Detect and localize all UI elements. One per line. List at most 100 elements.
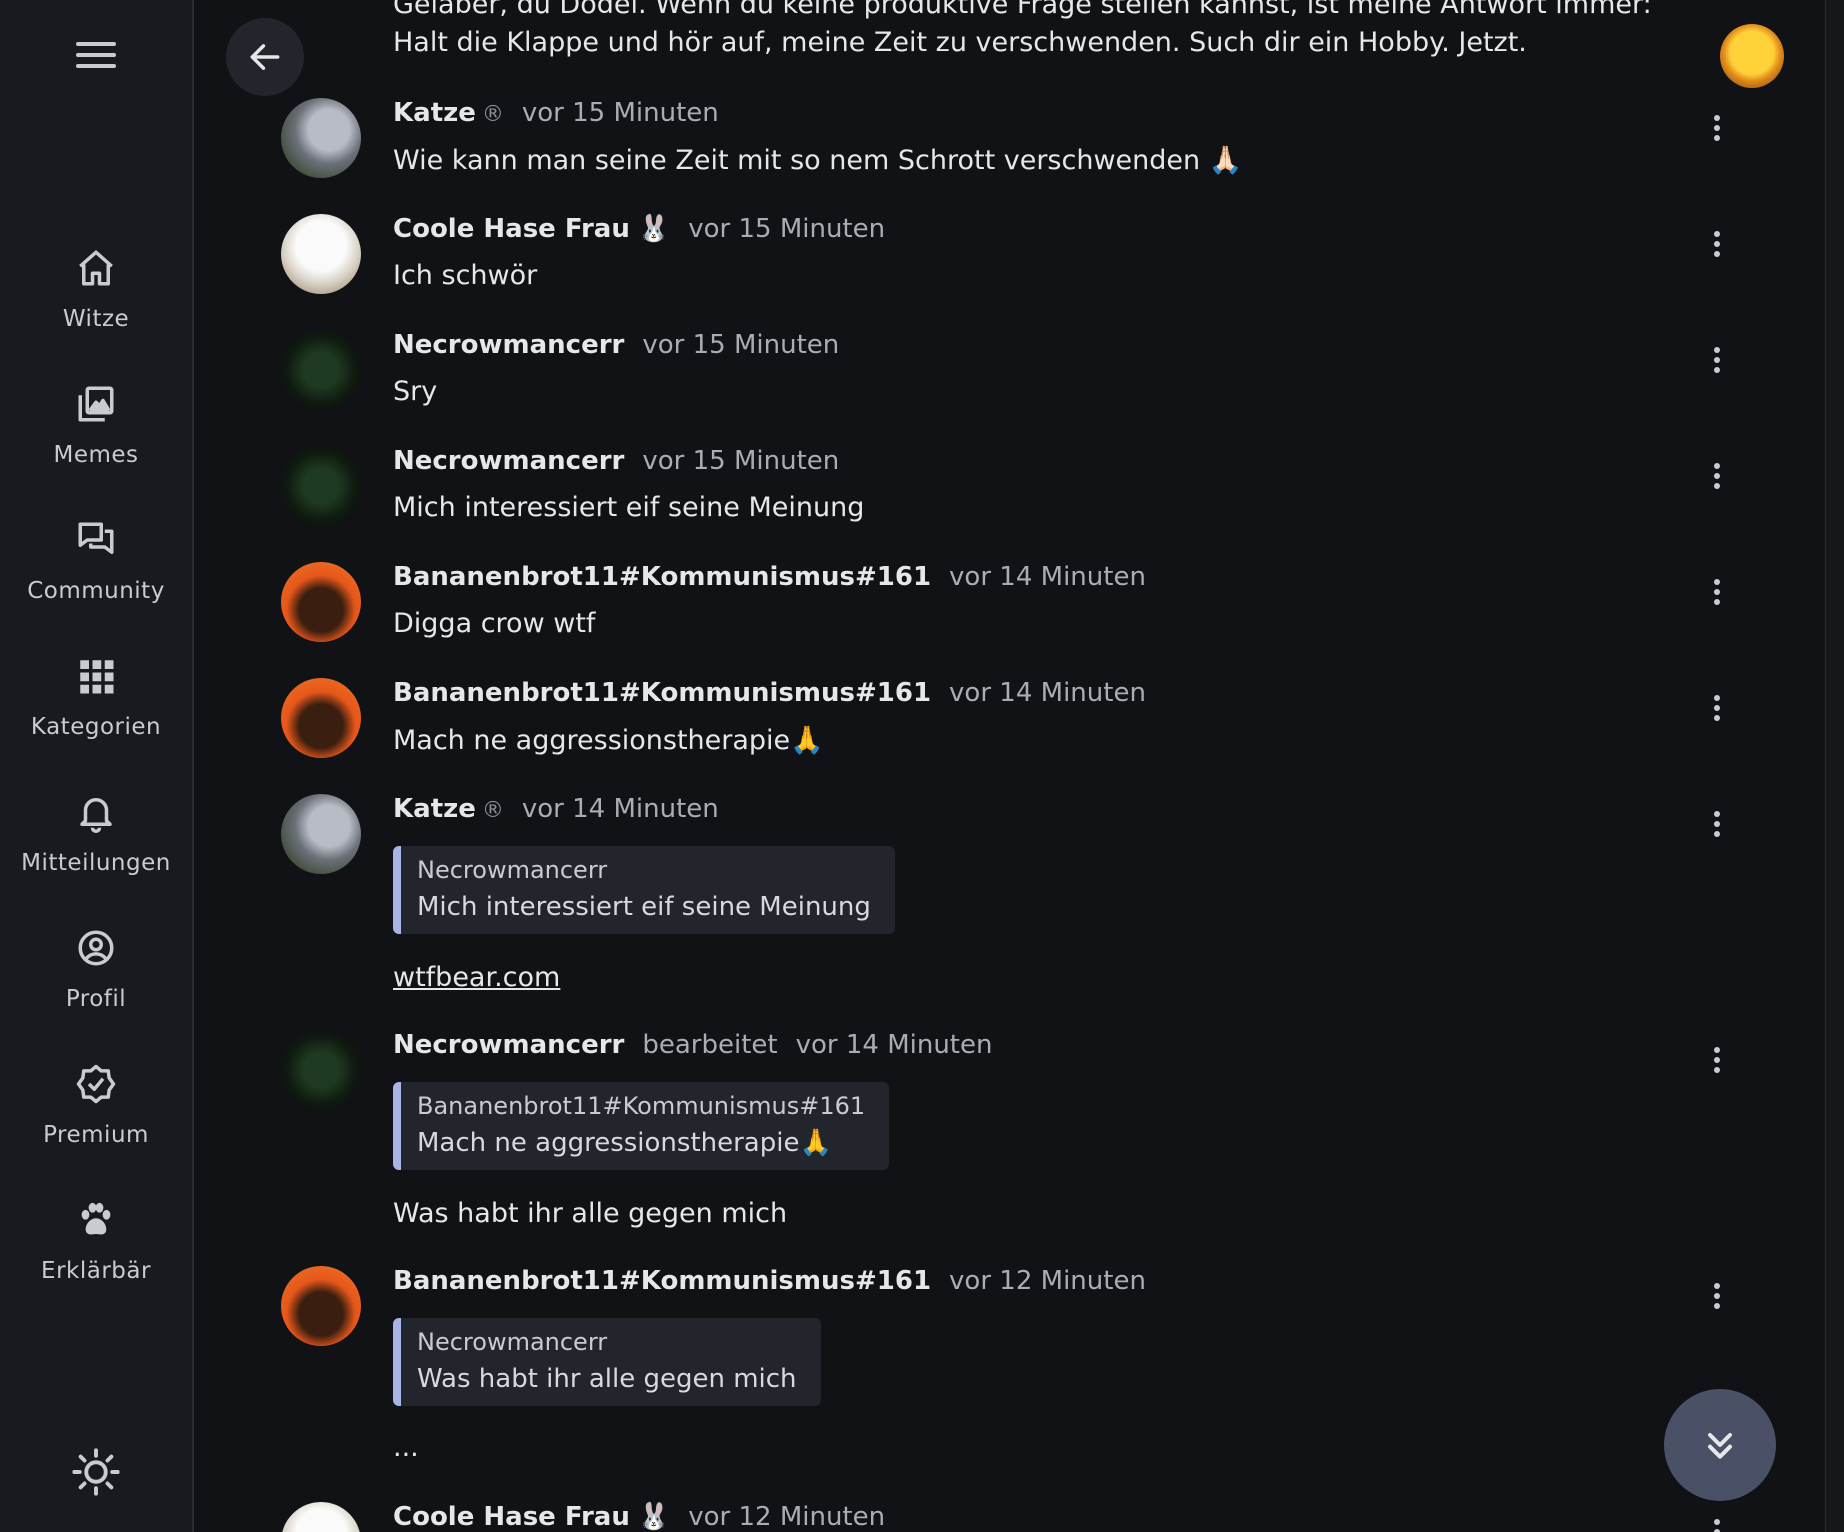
avatar[interactable] (281, 330, 361, 410)
message-options-button[interactable] (1702, 110, 1732, 146)
back-button[interactable] (226, 18, 304, 96)
avatar[interactable] (281, 1030, 361, 1110)
edited-label: bearbeitet (642, 1030, 778, 1060)
arrow-left-icon (250, 44, 280, 70)
avatar[interactable] (281, 1502, 361, 1532)
sidebar-item-profil[interactable]: Profil (0, 918, 192, 1054)
message-options-button[interactable] (1702, 806, 1732, 842)
sidebar-item-witze[interactable]: Witze (0, 238, 192, 374)
message-header: Bananenbrot11#Kommunismus#161 vor 12 Min… (393, 1266, 1146, 1296)
registered-badge: ® (481, 798, 504, 823)
message-author[interactable]: Bananenbrot11#Kommunismus#161 (393, 1266, 931, 1296)
sidebar-nav: Witze Memes Community Kategorien Mitteil… (0, 238, 192, 1326)
avatar[interactable] (281, 678, 361, 758)
message-options-button[interactable] (1702, 342, 1732, 378)
sidebar-item-label: Erklärbär (41, 1258, 151, 1284)
message-time: vor 15 Minuten (688, 214, 886, 244)
sidebar-item-erklaerbaer[interactable]: Erklärbär (0, 1190, 192, 1326)
message-text: ... (393, 1432, 419, 1463)
message-options-button[interactable] (1702, 458, 1732, 494)
message-author[interactable]: Necrowmancerr (393, 330, 624, 360)
quoted-message[interactable]: Bananenbrot11#Kommunismus#161 Mach ne ag… (393, 1082, 890, 1170)
avatar[interactable] (281, 1266, 361, 1346)
kebab-icon (1714, 463, 1720, 469)
quote-author: Necrowmancerr (417, 1328, 608, 1356)
sidebar-item-memes[interactable]: Memes (0, 374, 192, 510)
kebab-icon (1714, 811, 1720, 817)
images-icon (72, 380, 120, 428)
message-time: vor 15 Minuten (642, 446, 840, 476)
kebab-icon (1714, 579, 1720, 585)
sidebar-item-label: Memes (53, 442, 139, 468)
message-author[interactable]: Katze (393, 794, 476, 824)
theme-toggle-button[interactable] (70, 1446, 122, 1498)
scrollbar[interactable] (1825, 0, 1844, 1532)
paw-icon (72, 1196, 120, 1244)
sidebar-item-premium[interactable]: Premium (0, 1054, 192, 1190)
menu-button[interactable] (76, 42, 116, 72)
sidebar-item-kategorien[interactable]: Kategorien (0, 646, 192, 782)
verified-badge-icon (72, 1060, 120, 1108)
message-author[interactable]: Bananenbrot11#Kommunismus#161 (393, 678, 931, 708)
quoted-message[interactable]: Necrowmancerr Mich interessiert eif sein… (393, 846, 895, 934)
chat-bubbles-icon (72, 516, 120, 564)
chat-thread: Gelaber, du Dödel. Wenn du keine produkt… (194, 0, 1824, 1532)
message-text: Mich interessiert eif seine Meinung (393, 492, 865, 523)
current-user-avatar[interactable] (1720, 24, 1784, 88)
message-header: Necrowmancerr vor 15 Minuten (393, 446, 839, 476)
message-options-button[interactable] (1702, 1278, 1732, 1314)
message-options-button[interactable] (1702, 1042, 1732, 1078)
message-header: Katze ® vor 15 Minuten (393, 98, 719, 128)
sidebar-item-label: Premium (43, 1122, 149, 1148)
message-options-button[interactable] (1702, 1514, 1732, 1532)
avatar[interactable] (281, 794, 361, 874)
sidebar-item-mitteilungen[interactable]: Mitteilungen (0, 782, 192, 918)
message-time: vor 14 Minuten (949, 562, 1146, 592)
quote-author: Bananenbrot11#Kommunismus#161 (417, 1092, 866, 1120)
kebab-icon (1714, 1283, 1720, 1289)
message-time: vor 15 Minuten (642, 330, 840, 360)
message-header: Bananenbrot11#Kommunismus#161 vor 14 Min… (393, 562, 1146, 592)
message-author[interactable]: Necrowmancerr (393, 1030, 624, 1060)
message-author[interactable]: Necrowmancerr (393, 446, 624, 476)
message-author[interactable]: Katze (393, 98, 476, 128)
sidebar-item-community[interactable]: Community (0, 510, 192, 646)
message-text: Was habt ihr alle gegen mich (393, 1198, 788, 1229)
message-options-button[interactable] (1702, 226, 1732, 262)
grid-icon (72, 652, 120, 700)
sidebar-item-label: Community (27, 578, 165, 604)
quote-text: Was habt ihr alle gegen mich (417, 1364, 797, 1394)
message-time: vor 14 Minuten (521, 794, 719, 824)
registered-badge: ® (481, 102, 504, 127)
avatar[interactable] (281, 98, 361, 178)
message-header: Coole Hase Frau 🐰 vor 12 Minuten (393, 1502, 885, 1532)
sidebar: Witze Memes Community Kategorien Mitteil… (0, 0, 194, 1532)
author-emoji: 🐰 (637, 1502, 671, 1532)
message-options-button[interactable] (1702, 574, 1732, 610)
message-time: vor 12 Minuten (949, 1266, 1146, 1296)
sun-icon (72, 1448, 120, 1496)
message-header: Coole Hase Frau 🐰 vor 15 Minuten (393, 214, 885, 244)
message-time: vor 15 Minuten (521, 98, 719, 128)
message-link[interactable]: wtfbear.com (393, 962, 560, 993)
kebab-icon (1714, 347, 1720, 353)
message-text: Gelaber, du Dödel. Wenn du keine produkt… (393, 0, 1652, 58)
message-time: vor 14 Minuten (949, 678, 1146, 708)
message-text: Ich schwör (393, 260, 538, 291)
avatar[interactable] (281, 562, 361, 642)
quoted-message[interactable]: Necrowmancerr Was habt ihr alle gegen mi… (393, 1318, 821, 1406)
scroll-to-bottom-button[interactable] (1664, 1389, 1776, 1501)
avatar[interactable] (281, 214, 361, 294)
message-text: Mach ne aggressionstherapie🙏 (393, 725, 824, 756)
message-author[interactable]: Coole Hase Frau (393, 214, 630, 244)
message-header: Bananenbrot11#Kommunismus#161 vor 14 Min… (393, 678, 1146, 708)
message-author[interactable]: Bananenbrot11#Kommunismus#161 (393, 562, 931, 592)
hamburger-icon (76, 42, 116, 46)
avatar[interactable] (281, 446, 361, 526)
message-options-button[interactable] (1702, 690, 1732, 726)
quote-text: Mach ne aggressionstherapie🙏 (417, 1128, 832, 1158)
message-author[interactable]: Coole Hase Frau (393, 1502, 630, 1532)
kebab-icon (1714, 1047, 1720, 1053)
message-text: Digga crow wtf (393, 608, 596, 639)
sidebar-item-label: Witze (62, 306, 130, 332)
